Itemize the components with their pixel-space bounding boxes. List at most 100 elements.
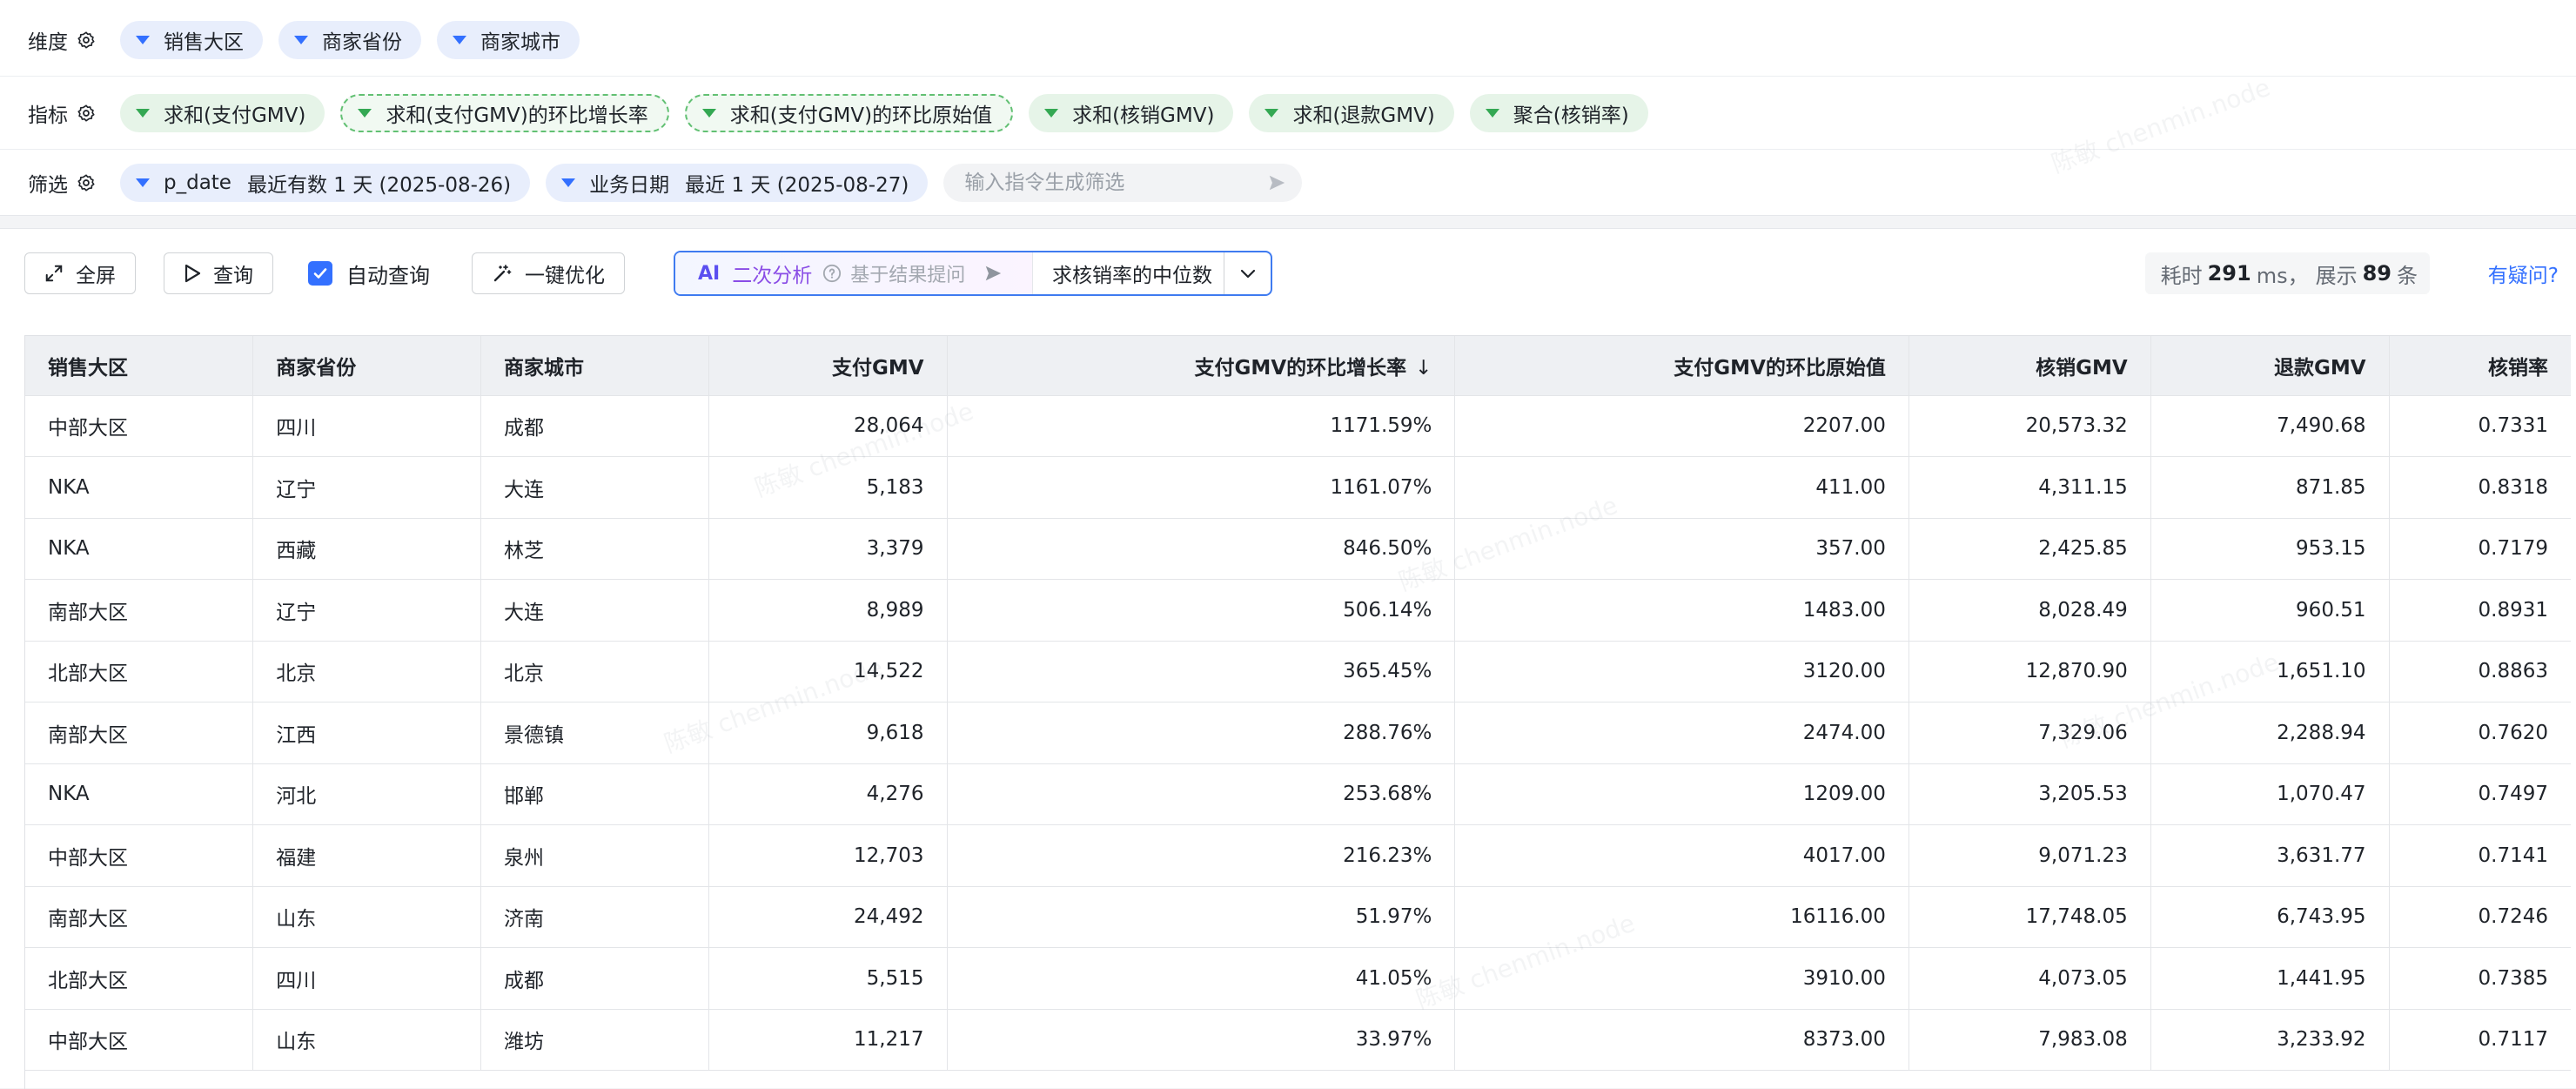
send-icon[interactable]	[983, 264, 1003, 283]
result-table-container[interactable]: 销售大区 商家省份 商家城市 支付GMV 支付GMV的环比增长率 ↓ 支付GMV的…	[24, 335, 2571, 1089]
table-row[interactable]: 北部大区 四川 成都 5,515 41.05% 3910.00 4,073.05 1,441.…	[25, 947, 2571, 1010]
table-row[interactable]: 中部大区 四川 成都 28,064 1171.59% 2207.00 20,573.32 7,…	[25, 395, 2571, 457]
metric-chip[interactable]: 求和(退款GMV)	[1249, 93, 1454, 132]
column-header[interactable]: 销售大区	[25, 336, 254, 396]
ai-prompt-suggestion[interactable]: 求核销率的中位数	[1032, 252, 1224, 294]
metric-chip[interactable]: 聚合(核销率)	[1469, 93, 1648, 132]
table-cell: 253.68%	[947, 763, 1456, 825]
query-button[interactable]: 查询	[164, 252, 273, 294]
table-cell: 1,441.95	[2150, 947, 2390, 1010]
table-cell: 846.50%	[947, 518, 1456, 580]
chevron-down-icon[interactable]	[1224, 252, 1271, 294]
table-row[interactable]: 南部大区 山东 济南 24,492 51.97% 16116.00 17,748.05 6,7…	[25, 886, 2571, 948]
column-header-sorted[interactable]: 支付GMV的环比增长率 ↓	[947, 336, 1456, 396]
caret-down-icon	[1485, 108, 1499, 118]
table-cell: 0.7141	[2389, 824, 2571, 887]
metric-row: 指标 求和(支付GMV) 求和(支付GMV)的环比增长率 求和(支付GMV)的环…	[0, 77, 2576, 150]
ai-analysis-header: AI 二次分析 基于结果提问	[675, 252, 1032, 294]
result-toolbar: 全屏 查询 自动查询 一键优化 AI 二次分析 基于结果提问 求核销率的中位数 …	[0, 229, 2576, 316]
table-cell: 河北	[252, 763, 481, 825]
optimize-button[interactable]: 一键优化	[472, 252, 625, 294]
table-cell: 357.00	[1454, 518, 1909, 580]
query-time-value: 291	[2207, 261, 2251, 286]
table-cell: 28,064	[708, 395, 948, 457]
gear-icon[interactable]	[77, 30, 96, 50]
table-header-row: 销售大区 商家省份 商家城市 支付GMV 支付GMV的环比增长率 ↓ 支付GMV的…	[25, 336, 2571, 396]
fullscreen-button[interactable]: 全屏	[24, 252, 136, 294]
dimension-chip[interactable]: 商家城市	[437, 20, 580, 59]
help-link[interactable]: 有疑问?	[2488, 252, 2559, 294]
column-header[interactable]: 核销GMV	[1909, 336, 2151, 396]
metric-chip-derived[interactable]: 求和(支付GMV)的环比增长率	[340, 93, 669, 132]
gear-icon[interactable]	[77, 104, 96, 123]
table-row[interactable]: 南部大区 辽宁 大连 8,989 506.14% 1483.00 8,028.49 960.5…	[25, 579, 2571, 642]
dimension-chip[interactable]: 销售大区	[120, 20, 263, 59]
filter-chip[interactable]: 业务日期 最近 1 天 (2025-08-27)	[546, 164, 929, 202]
table-cell: 5,515	[708, 947, 948, 1010]
table-cell: 南部大区	[25, 886, 254, 948]
ai-analysis-bar: AI 二次分析 基于结果提问 求核销率的中位数	[674, 251, 1272, 296]
table-cell: 景德镇	[480, 702, 709, 764]
table-cell: 3,205.53	[1909, 763, 2151, 825]
magic-wand-icon	[492, 264, 513, 283]
table-cell: 2,288.94	[2150, 702, 2390, 764]
table-cell: 0.7497	[2389, 763, 2571, 825]
metric-chip-derived[interactable]: 求和(支付GMV)的环比原始值	[684, 93, 1014, 132]
table-cell: 4,276	[708, 763, 948, 825]
table-cell: 2474.00	[1454, 702, 1909, 764]
send-icon[interactable]	[1267, 173, 1286, 192]
table-row[interactable]: NKA 辽宁 大连 5,183 1161.07% 411.00 4,311.15 871.85…	[25, 456, 2571, 519]
dimension-chip[interactable]: 商家省份	[278, 20, 421, 59]
table-row[interactable]: 南部大区 江西 景德镇 9,618 288.76% 2474.00 7,329.06 2,28…	[25, 702, 2571, 764]
caret-down-icon	[136, 178, 150, 187]
table-cell: 7,490.68	[2150, 395, 2390, 457]
table-row[interactable]: NKA 西藏 林芝 3,379 846.50% 357.00 2,425.85 953.15 0…	[25, 518, 2571, 580]
help-circle-icon[interactable]	[822, 264, 842, 283]
table-cell: 16116.00	[1454, 886, 1909, 948]
table-cell: 山东	[252, 1009, 481, 1071]
table-cell: 0.8931	[2389, 579, 2571, 642]
table-cell: 3,233.92	[2150, 1009, 2390, 1071]
table-row[interactable]: 中部大区 山东 潍坊 11,217 33.97% 8373.00 7,983.08 3,233…	[25, 1009, 2571, 1071]
table-cell: 1,070.47	[2150, 763, 2390, 825]
table-row[interactable]: NKA 河北 邯郸 4,276 253.68% 1209.00 3,205.53 1,070.…	[25, 763, 2571, 825]
table-cell: 中部大区	[25, 395, 254, 457]
table-cell: 四川	[252, 947, 481, 1010]
table-cell: 2207.00	[1454, 395, 1909, 457]
filter-row: 筛选 p_date 最近有数 1 天 (2025-08-26) 业务日期 最近 1 …	[0, 146, 2576, 219]
column-header[interactable]: 支付GMV	[708, 336, 948, 396]
table-cell: 6,743.95	[2150, 886, 2390, 948]
column-header[interactable]: 商家省份	[252, 336, 481, 396]
table-cell: 4017.00	[1454, 824, 1909, 887]
table-cell: 8,989	[708, 579, 948, 642]
table-cell: 9,071.23	[1909, 824, 2151, 887]
table-row[interactable]: 北部大区 北京 北京 14,522 365.45% 3120.00 12,870.90 1,6…	[25, 641, 2571, 702]
table-cell: 12,703	[708, 824, 948, 887]
column-header[interactable]: 退款GMV	[2150, 336, 2390, 396]
table-cell: 960.51	[2150, 579, 2390, 642]
expand-icon	[44, 264, 64, 283]
filter-command-input[interactable]	[964, 171, 1252, 194]
table-cell: 24,492	[708, 886, 948, 948]
column-header[interactable]: 支付GMV的环比原始值	[1454, 336, 1909, 396]
metric-chip[interactable]: 求和(支付GMV)	[120, 93, 325, 132]
column-header[interactable]: 商家城市	[480, 336, 709, 396]
gear-icon[interactable]	[77, 173, 96, 192]
table-cell: 泉州	[480, 824, 709, 887]
checkbox-checked-icon[interactable]	[308, 261, 332, 286]
table-cell: 中部大区	[25, 824, 254, 887]
filter-chip[interactable]: p_date 最近有数 1 天 (2025-08-26)	[120, 164, 531, 202]
table-row[interactable]: 中部大区 福建 泉州 12,703 216.23% 4017.00 9,071.23 3,63…	[25, 824, 2571, 887]
table-cell: 4,073.05	[1909, 947, 2151, 1010]
table-cell: 51.97%	[947, 886, 1456, 948]
table-cell: 0.7331	[2389, 395, 2571, 457]
table-cell: 953.15	[2150, 518, 2390, 580]
table-cell: 17,748.05	[1909, 886, 2151, 948]
metric-chip[interactable]: 求和(核销GMV)	[1029, 93, 1234, 132]
sort-desc-icon[interactable]: ↓	[1415, 357, 1432, 380]
auto-query-toggle[interactable]: 自动查询	[308, 252, 430, 294]
caret-down-icon	[1265, 108, 1279, 118]
column-header[interactable]: 核销率	[2389, 336, 2571, 396]
table-cell: 北部大区	[25, 641, 254, 702]
table-cell: 西藏	[252, 518, 481, 580]
